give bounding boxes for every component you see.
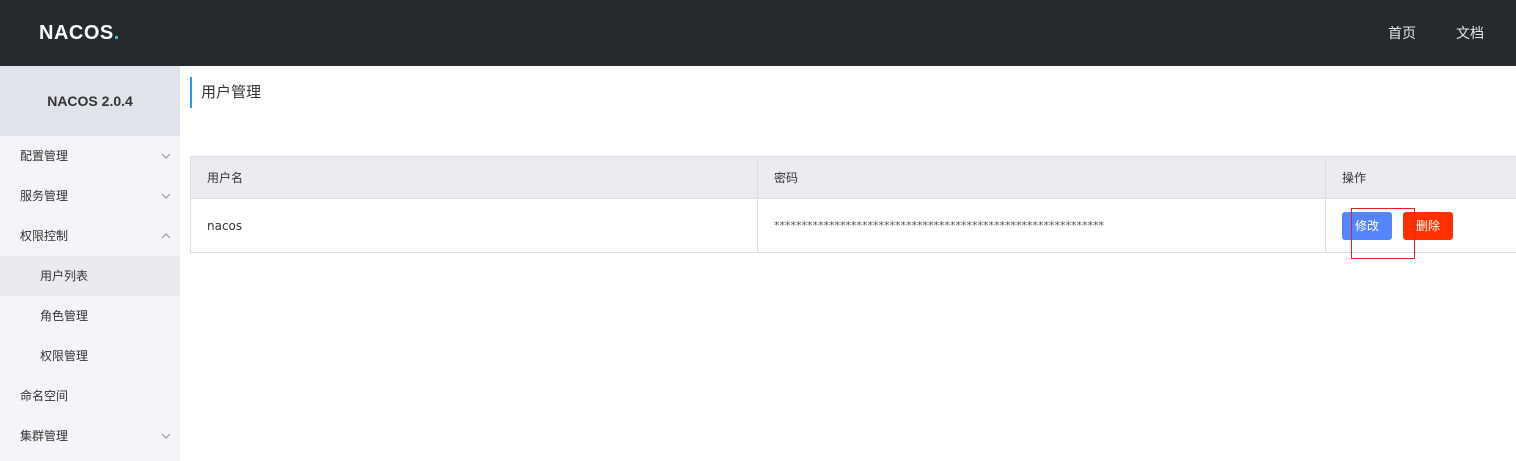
cell-actions: 修改 删除 <box>1326 199 1516 259</box>
chevron-down-icon <box>160 136 172 176</box>
sidebar-title: NACOS 2.0.4 <box>0 66 180 136</box>
nav-docs-link[interactable]: 文档 <box>1456 23 1484 43</box>
sidebar-item-label: 命名空间 <box>20 389 69 403</box>
sidebar-item-label: 用户列表 <box>40 269 89 283</box>
page-title: 用户管理 <box>190 77 261 108</box>
sidebar-item-label: 配置管理 <box>20 149 69 163</box>
sidebar-item-label: 角色管理 <box>40 309 89 323</box>
sidebar-item-label: 集群管理 <box>20 429 69 443</box>
cell-password: ****************************************… <box>758 199 1326 252</box>
sidebar-item-label: 权限管理 <box>40 349 89 363</box>
column-header-password: 密码 <box>758 157 1326 198</box>
row-actions: 修改 删除 <box>1342 207 1453 259</box>
logo-dot: . <box>113 21 120 44</box>
main-content: 用户管理 用户名 密码 操作 nacos *******************… <box>180 66 1516 461</box>
sidebar: NACOS 2.0.4 配置管理 服务管理 权限控制 用户列表 角色管理 权限管… <box>0 66 180 461</box>
nav-home-link[interactable]: 首页 <box>1388 23 1416 43</box>
sidebar-item-config-management[interactable]: 配置管理 <box>0 136 180 176</box>
chevron-up-icon <box>160 216 172 256</box>
sidebar-item-label: 权限控制 <box>20 229 69 243</box>
sidebar-item-cluster-management[interactable]: 集群管理 <box>0 416 180 456</box>
table-header-row: 用户名 密码 操作 <box>191 157 1516 199</box>
sidebar-item-access-control[interactable]: 权限控制 <box>0 216 180 256</box>
sidebar-item-namespace[interactable]: 命名空间 <box>0 376 180 416</box>
top-navbar: NACOS. 首页 文档 <box>0 0 1516 66</box>
column-header-username: 用户名 <box>191 157 758 198</box>
chevron-down-icon <box>160 416 172 456</box>
top-nav: 首页 文档 <box>1348 0 1484 66</box>
edit-user-button[interactable]: 修改 <box>1342 211 1392 240</box>
column-header-actions: 操作 <box>1342 171 1367 185</box>
sidebar-item-service-management[interactable]: 服务管理 <box>0 176 180 216</box>
chevron-down-icon <box>160 176 172 216</box>
sidebar-item-user-list[interactable]: 用户列表 <box>0 256 180 296</box>
logo-text: NACOS <box>39 21 114 44</box>
sidebar-item-label: 服务管理 <box>20 189 69 203</box>
user-table: 用户名 密码 操作 nacos ************************… <box>190 156 1516 259</box>
sidebar-item-role-management[interactable]: 角色管理 <box>0 296 180 336</box>
cell-username: nacos <box>191 199 758 252</box>
delete-user-button[interactable]: 删除 <box>1403 211 1453 240</box>
table-row: nacos **********************************… <box>191 199 1516 259</box>
sidebar-item-permission-management[interactable]: 权限管理 <box>0 336 180 376</box>
nacos-logo[interactable]: NACOS. <box>39 20 119 46</box>
